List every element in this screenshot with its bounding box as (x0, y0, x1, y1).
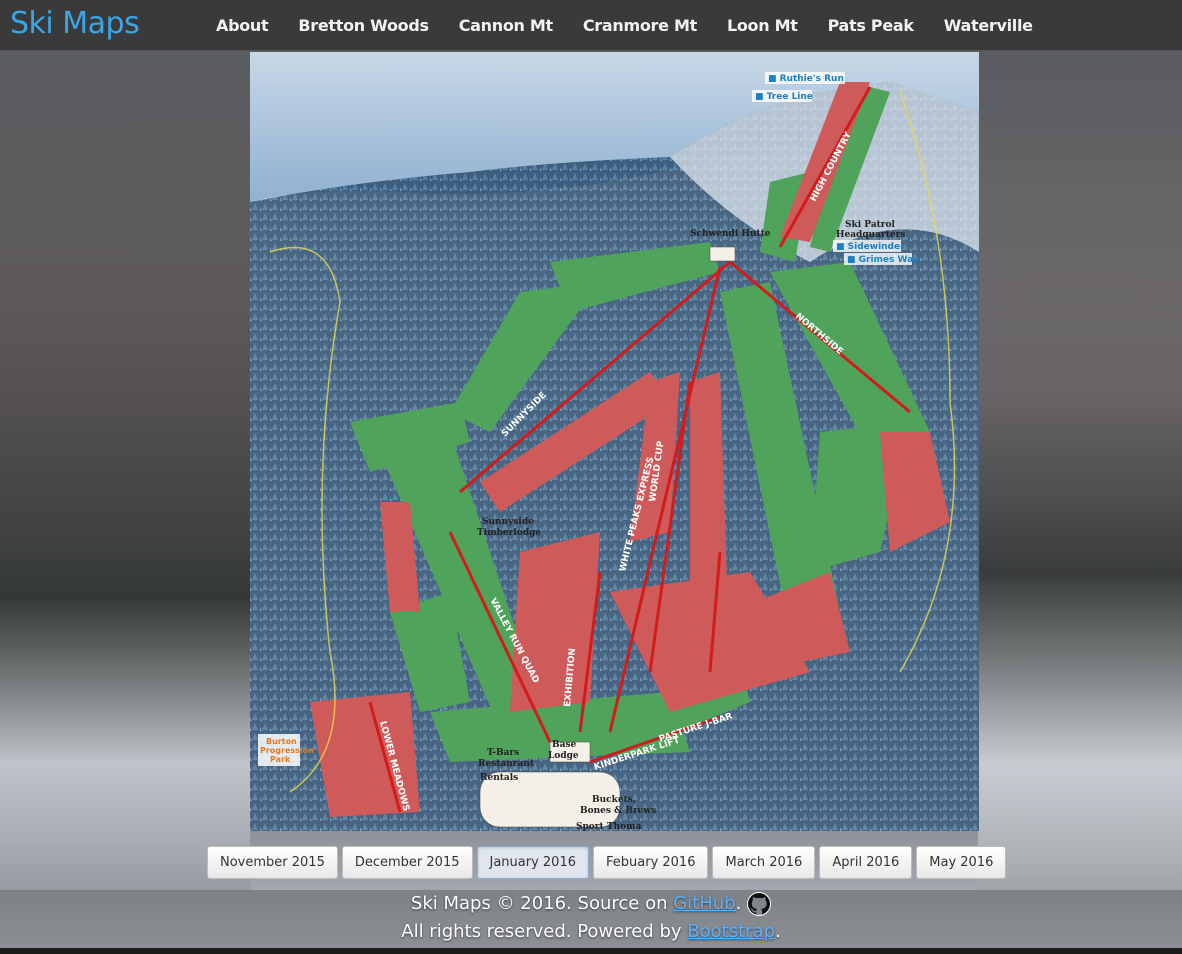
svg-text:Schwendi Hutte: Schwendi Hutte (690, 229, 771, 239)
svg-text:Base: Base (552, 740, 577, 750)
svg-text:Park: Park (270, 755, 291, 764)
svg-text:Headquarters: Headquarters (836, 230, 905, 240)
month-button-mar-2016[interactable]: March 2016 (712, 846, 816, 879)
bottom-bar (0, 948, 1182, 954)
month-button-may-2016[interactable]: May 2016 (916, 846, 1007, 879)
month-selector: November 2015 December 2015 January 2016… (207, 846, 1007, 879)
github-link[interactable]: GitHub (673, 893, 735, 914)
footer-line-2: All rights reserved. Powered by Bootstra… (0, 918, 1182, 946)
svg-text:T-Bars: T-Bars (487, 748, 519, 758)
month-button-dec-2015[interactable]: December 2015 (341, 846, 473, 879)
github-icon[interactable] (747, 892, 772, 916)
nav-cannon-mt[interactable]: Cannon Mt (459, 16, 553, 35)
month-button-feb-2016[interactable]: Febuary 2016 (593, 846, 709, 879)
svg-text:■ Grimes Way: ■ Grimes Way (847, 255, 919, 265)
footer: Ski Maps © 2016. Source on GitHub. All r… (0, 890, 1182, 948)
nav-menu: About Bretton Woods Cannon Mt Cranmore M… (216, 0, 1063, 51)
svg-text:Burton: Burton (266, 737, 297, 746)
month-button-jan-2016[interactable]: January 2016 (476, 846, 589, 879)
nav-bretton-woods[interactable]: Bretton Woods (298, 16, 429, 35)
month-button-apr-2016[interactable]: April 2016 (819, 846, 913, 879)
svg-text:Lodge: Lodge (548, 751, 579, 761)
trail-map-image: Schwendi Hutte Ski Patrol Headquarters S… (250, 52, 979, 831)
svg-text:■ Tree Line: ■ Tree Line (755, 92, 813, 102)
bootstrap-link[interactable]: Bootstrap (687, 921, 775, 942)
footer-copyright: Ski Maps © 2016. Source on (410, 893, 674, 914)
svg-text:■ Ruthie's Run: ■ Ruthie's Run (768, 74, 844, 84)
svg-text:Ski Patrol: Ski Patrol (845, 220, 896, 230)
svg-text:■ Sidewinder: ■ Sidewinder (836, 242, 905, 252)
month-button-nov-2015[interactable]: November 2015 (207, 846, 338, 879)
background-photo-right (978, 52, 1182, 890)
background-photo-left (0, 52, 250, 890)
footer-rights: All rights reserved. Powered by (401, 921, 688, 942)
svg-text:Buckets,: Buckets, (592, 795, 636, 805)
nav-about[interactable]: About (216, 16, 269, 35)
footer-period: . (735, 893, 742, 914)
navbar: Ski Maps About Bretton Woods Cannon Mt C… (0, 0, 1182, 51)
nav-cranmore-mt[interactable]: Cranmore Mt (583, 16, 697, 35)
svg-text:Restaurant: Restaurant (478, 759, 535, 769)
nav-loon-mt[interactable]: Loon Mt (727, 16, 798, 35)
svg-text:Sunnyside: Sunnyside (482, 517, 534, 527)
nav-pats-peak[interactable]: Pats Peak (828, 16, 914, 35)
nav-waterville[interactable]: Waterville (944, 16, 1033, 35)
brand-logo[interactable]: Ski Maps (10, 6, 140, 41)
svg-text:Timberlodge: Timberlodge (477, 528, 541, 538)
svg-text:Progression: Progression (260, 746, 314, 755)
svg-text:Rentals: Rentals (480, 773, 518, 783)
svg-text:Sport Thoma: Sport Thoma (576, 822, 642, 831)
svg-text:Bones & Brews: Bones & Brews (580, 806, 656, 816)
footer-period-2: . (775, 921, 781, 942)
footer-line-1: Ski Maps © 2016. Source on GitHub. (0, 890, 1182, 918)
trail-map-svg: Schwendi Hutte Ski Patrol Headquarters S… (250, 52, 979, 831)
